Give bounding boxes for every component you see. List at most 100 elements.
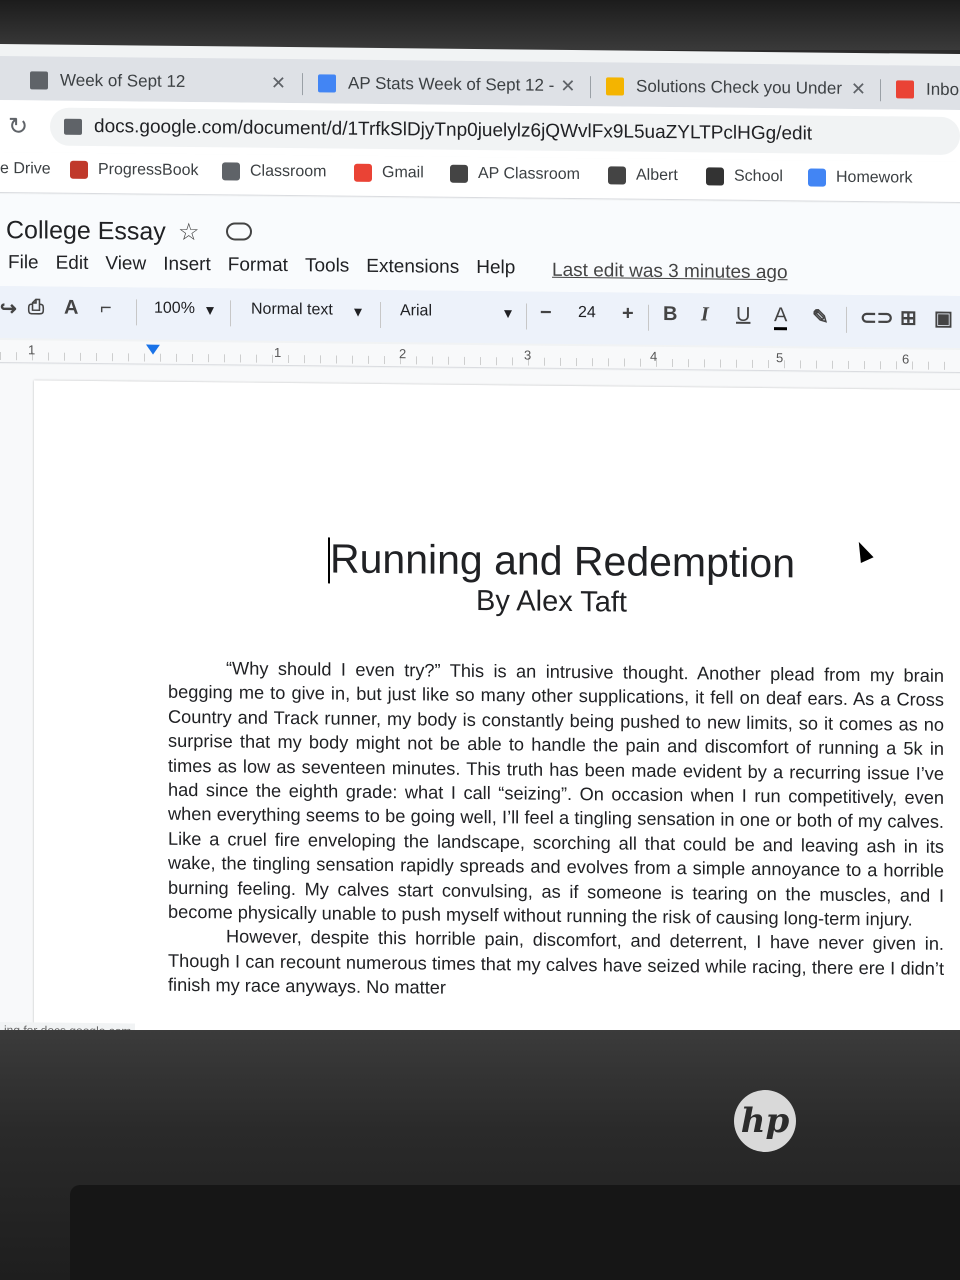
redo-icon[interactable]: ↪ — [0, 296, 17, 321]
tab-divider — [590, 76, 591, 99]
laptop-bezel-bottom: hp — [0, 1030, 960, 1280]
menu-bar: File Edit View Insert Format Tools Exten… — [0, 252, 524, 279]
document-page[interactable]: Running and Redemption By Alex Taft “Why… — [34, 380, 960, 1051]
tab-solutions[interactable]: Solutions Check you Under ✕ — [606, 68, 872, 107]
menu-help[interactable]: Help — [468, 257, 524, 280]
star-icon[interactable]: ☆ — [178, 218, 200, 247]
tab-title: Inbo — [926, 79, 960, 100]
bookmark-label: e Drive — [0, 160, 51, 178]
docs-header: College Essay ☆ File Edit View Insert Fo… — [0, 194, 960, 297]
bookmark-label: Classroom — [250, 162, 327, 181]
add-comment-icon[interactable]: ⊞ — [900, 305, 917, 330]
bold-button[interactable]: B — [663, 303, 677, 326]
url-text: docs.google.com/document/d/1TrfkSlDjyTnp… — [94, 115, 813, 145]
essay-title: Running and Redemption — [330, 535, 795, 587]
tab-divider — [880, 79, 881, 102]
spellcheck-icon[interactable]: A — [64, 297, 78, 320]
chevron-down-icon[interactable]: ▾ — [504, 303, 512, 323]
bookmark-ap-classroom[interactable]: AP Classroom — [450, 164, 580, 184]
highlight-icon[interactable]: ✎ — [812, 305, 829, 330]
bookmark-classroom[interactable]: Classroom — [222, 162, 326, 181]
bookmark-school[interactable]: School — [706, 167, 783, 186]
tab-title: Week of Sept 12 — [60, 70, 186, 91]
text-color-button[interactable]: A — [774, 304, 788, 331]
bookmark-label: Gmail — [382, 164, 424, 182]
paint-format-icon[interactable]: ⌐ — [100, 297, 112, 320]
tab-title: AP Stats Week of Sept 12 - — [348, 73, 555, 95]
site-info-icon[interactable] — [64, 118, 82, 135]
close-icon[interactable]: ✕ — [554, 75, 580, 96]
essay-paragraph: However, despite this horrible pain, dis… — [168, 926, 944, 998]
ruler-number: 1 — [28, 342, 36, 358]
increase-font-size-button[interactable]: + — [622, 303, 634, 326]
document-title[interactable]: College Essay — [6, 216, 166, 247]
ruler-number: 1 — [274, 344, 282, 360]
bookmark-homework[interactable]: Homework — [808, 168, 912, 187]
close-icon[interactable]: ✕ — [265, 72, 292, 93]
ruler-number: 4 — [650, 348, 658, 364]
format-toolbar: ↪ ⎙ A ⌐ 100% ▾ Normal text ▾ Arial ▾ − 2… — [0, 286, 960, 349]
chevron-down-icon[interactable]: ▾ — [354, 302, 362, 322]
toolbar-divider — [380, 301, 381, 328]
document-canvas: Running and Redemption By Alex Taft “Why… — [0, 364, 960, 1051]
progressbook-icon — [70, 160, 88, 179]
bookmark-gmail[interactable]: Gmail — [354, 163, 424, 183]
laptop-bezel-top — [0, 0, 960, 50]
bookmark-label: Albert — [636, 166, 678, 185]
ap-icon — [450, 164, 468, 183]
address-bar[interactable]: docs.google.com/document/d/1TrfkSlDjyTnp… — [50, 107, 960, 156]
italic-button[interactable]: I — [701, 303, 709, 326]
drive-icon — [606, 77, 624, 96]
toolbar-divider — [648, 304, 649, 331]
tab-inbox[interactable]: Inbo — [896, 71, 960, 108]
folder-icon — [706, 167, 724, 186]
toolbar-divider — [526, 303, 527, 330]
menu-tools[interactable]: Tools — [297, 255, 358, 278]
tab-ap-stats[interactable]: AP Stats Week of Sept 12 - ✕ — [318, 65, 580, 104]
reload-icon[interactable]: ↻ — [8, 112, 28, 141]
bookmark-drive[interactable]: e Drive — [0, 160, 51, 179]
bookmark-progressbook[interactable]: ProgressBook — [70, 160, 199, 180]
ruler-number: 2 — [399, 346, 407, 362]
menu-insert[interactable]: Insert — [155, 254, 220, 277]
laptop-hinge — [70, 1185, 960, 1280]
menu-edit[interactable]: Edit — [48, 252, 98, 275]
last-edit-link[interactable]: Last edit was 3 minutes ago — [552, 260, 788, 284]
essay-paragraph: “Why should I even try?” This is an intr… — [168, 658, 944, 930]
toolbar-divider — [136, 299, 137, 326]
insert-image-icon[interactable]: ▣ — [934, 306, 953, 331]
mouse-pointer-icon — [852, 539, 874, 564]
hp-logo: hp — [734, 1090, 796, 1152]
ruler-number: 5 — [776, 350, 784, 366]
toolbar-divider — [846, 306, 847, 333]
menu-view[interactable]: View — [97, 253, 155, 276]
toolbar-divider — [230, 300, 231, 327]
decrease-font-size-button[interactable]: − — [540, 302, 552, 325]
screen: Week of Sept 12 ✕ AP Stats Week of Sept … — [0, 44, 960, 1051]
link-icon[interactable]: ⊂⊃ — [860, 305, 894, 330]
docs-icon — [318, 74, 336, 93]
menu-extensions[interactable]: Extensions — [358, 256, 468, 279]
font-select[interactable]: Arial — [400, 302, 432, 320]
essay-body: “Why should I even try?” This is an intr… — [168, 656, 944, 1006]
underline-button[interactable]: U — [736, 304, 750, 327]
menu-file[interactable]: File — [0, 252, 48, 274]
bookmark-label: AP Classroom — [478, 165, 580, 184]
menu-format[interactable]: Format — [220, 254, 297, 277]
chevron-down-icon[interactable]: ▾ — [206, 300, 214, 320]
tab-week-of-sept-12[interactable]: Week of Sept 12 ✕ — [30, 62, 292, 101]
essay-byline: By Alex Taft — [476, 584, 627, 619]
cloud-status-icon[interactable] — [226, 222, 252, 241]
bookmark-label: ProgressBook — [98, 161, 199, 180]
font-size-input[interactable]: 24 — [578, 304, 596, 322]
bookmark-albert[interactable]: Albert — [608, 166, 678, 185]
print-icon[interactable]: ⎙ — [28, 296, 44, 319]
classroom-icon — [30, 71, 48, 90]
classroom-icon — [222, 162, 240, 181]
zoom-select[interactable]: 100% — [154, 300, 195, 318]
style-select[interactable]: Normal text — [251, 301, 333, 320]
tab-divider — [302, 73, 303, 96]
close-icon[interactable]: ✕ — [845, 78, 872, 99]
docs-icon — [808, 168, 826, 187]
albert-icon — [608, 166, 626, 185]
